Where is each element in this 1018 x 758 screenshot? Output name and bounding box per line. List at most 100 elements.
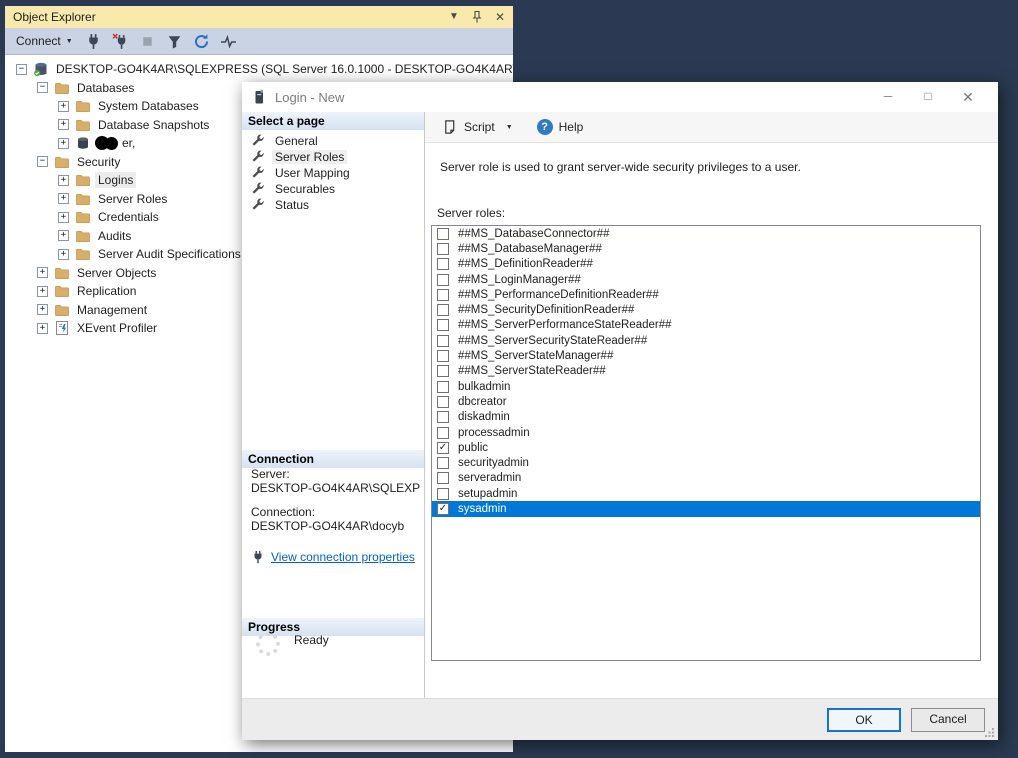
server-roles-label: Server roles: [437,206,505,220]
expand-icon[interactable]: + [58,212,69,223]
refresh-icon[interactable] [193,33,210,50]
page-item-status[interactable]: Status [242,197,424,213]
checkbox-unchecked-icon[interactable] [437,228,449,240]
disconnect-plug-icon[interactable] [112,33,129,50]
login-new-dialog: Login - New ─ □ ✕ Select a page GeneralS… [242,82,998,740]
server-role-row[interactable]: ✓public [432,440,980,455]
checkbox-unchecked-icon[interactable] [437,396,449,408]
checkbox-unchecked-icon[interactable] [437,258,449,270]
tree-item-label: Credentials [95,209,162,225]
collapse-icon[interactable]: − [37,82,48,93]
checkbox-unchecked-icon[interactable] [437,365,449,377]
expand-icon[interactable]: + [37,286,48,297]
server-role-row[interactable]: ##MS_ServerSecurityStateReader## [432,333,980,348]
page-item-label: General [272,134,321,148]
server-role-label: ##MS_ServerStateManager## [458,350,613,362]
script-button[interactable]: Script ▼ [438,117,517,137]
checkbox-checked-icon[interactable]: ✓ [437,503,449,515]
folder-icon [75,172,91,188]
checkbox-unchecked-icon[interactable] [437,411,449,423]
server-role-row[interactable]: setupadmin [432,486,980,501]
expand-icon[interactable]: + [58,119,69,130]
expand-icon[interactable]: + [58,101,69,112]
server-role-row[interactable]: ✓sysadmin [432,501,980,516]
checkbox-unchecked-icon[interactable] [437,319,449,331]
tree-item-label: Security [74,154,123,170]
server-role-row[interactable]: ##MS_DefinitionReader## [432,257,980,272]
server-role-row[interactable]: ##MS_ServerStateManager## [432,348,980,363]
server-role-row[interactable]: ##MS_DatabaseConnector## [432,226,980,241]
server-value: DESKTOP-GO4K4AR\SQLEXPRESS [251,481,421,495]
tree-item-label: Server Objects [74,265,159,281]
expand-icon[interactable]: + [37,267,48,278]
server-role-row[interactable]: ##MS_LoginManager## [432,272,980,287]
expand-icon[interactable]: + [58,249,69,260]
server-role-row[interactable]: bulkadmin [432,379,980,394]
collapse-icon[interactable]: − [16,64,27,75]
activity-monitor-icon[interactable] [220,33,237,50]
minimize-icon[interactable]: ─ [868,89,908,106]
database-icon [75,135,91,151]
checkbox-unchecked-icon[interactable] [437,350,449,362]
close-icon[interactable]: ✕ [495,6,505,28]
close-icon[interactable]: ✕ [948,89,988,106]
server-role-row[interactable]: diskadmin [432,410,980,425]
page-item-general[interactable]: General [242,133,424,149]
server-role-row[interactable]: ##MS_ServerStateReader## [432,364,980,379]
server-role-row[interactable]: securityadmin [432,455,980,470]
checkbox-unchecked-icon[interactable] [437,457,449,469]
server-role-row[interactable]: ##MS_SecurityDefinitionReader## [432,302,980,317]
server-role-row[interactable]: ##MS_DatabaseManager## [432,241,980,256]
checkbox-unchecked-icon[interactable] [437,488,449,500]
expand-icon[interactable]: + [58,230,69,241]
checkbox-unchecked-icon[interactable] [437,304,449,316]
collapse-icon[interactable]: − [37,156,48,167]
help-button[interactable]: ? Help [533,117,588,137]
ok-button[interactable]: OK [827,708,901,732]
server-role-row[interactable]: processadmin [432,425,980,440]
filter-icon[interactable] [166,33,183,50]
server-role-row[interactable]: ##MS_ServerPerformanceStateReader## [432,318,980,333]
checkbox-unchecked-icon[interactable] [437,335,449,347]
server-role-label: ##MS_DatabaseManager## [458,243,602,255]
checkbox-unchecked-icon[interactable] [437,427,449,439]
tree-item-label: er, [119,135,138,151]
connect-plug-icon[interactable] [85,33,102,50]
connection-properties-icon [251,550,265,564]
expand-icon[interactable]: + [58,175,69,186]
help-icon: ? [537,119,553,135]
server-role-row[interactable]: ##MS_PerformanceDefinitionReader## [432,287,980,302]
resize-grip[interactable] [985,727,995,737]
server-role-label: ##MS_PerformanceDefinitionReader## [458,289,659,301]
checkbox-unchecked-icon[interactable] [437,243,449,255]
connect-button[interactable]: Connect ▼ [14,32,75,50]
checkbox-unchecked-icon[interactable] [437,381,449,393]
server-role-row[interactable]: serveradmin [432,471,980,486]
page-item-server-roles[interactable]: Server Roles [242,149,424,165]
page-item-user-mapping[interactable]: User Mapping [242,165,424,181]
script-button-label: Script [464,120,495,134]
pin-icon[interactable] [471,10,483,24]
checkbox-unchecked-icon[interactable] [437,274,449,286]
expand-icon[interactable]: + [37,323,48,334]
server-role-row[interactable]: dbcreator [432,394,980,409]
progress-status: Ready [294,633,329,656]
tree-item[interactable]: −DESKTOP-GO4K4AR\SQLEXPRESS (SQL Server … [5,60,513,79]
folder-icon [75,191,91,207]
window-position-menu-icon[interactable]: ▼ [449,6,459,28]
expand-icon[interactable]: + [58,193,69,204]
progress-section: Ready [256,632,329,656]
expand-icon[interactable]: + [37,304,48,315]
view-connection-properties-link[interactable]: View connection properties [271,550,415,564]
maximize-icon[interactable]: □ [908,89,948,106]
checkbox-unchecked-icon[interactable] [437,472,449,484]
expand-icon[interactable]: + [58,138,69,149]
chevron-down-icon[interactable]: ▼ [506,124,513,131]
page-item-securables[interactable]: Securables [242,181,424,197]
checkbox-checked-icon[interactable]: ✓ [437,442,449,454]
cancel-button[interactable]: Cancel [911,708,985,732]
object-explorer-titlebar[interactable]: Object Explorer ▼ ✕ [5,6,513,28]
checkbox-unchecked-icon[interactable] [437,289,449,301]
folder-icon [75,117,91,133]
dialog-titlebar[interactable]: Login - New ─ □ ✕ [242,82,998,112]
